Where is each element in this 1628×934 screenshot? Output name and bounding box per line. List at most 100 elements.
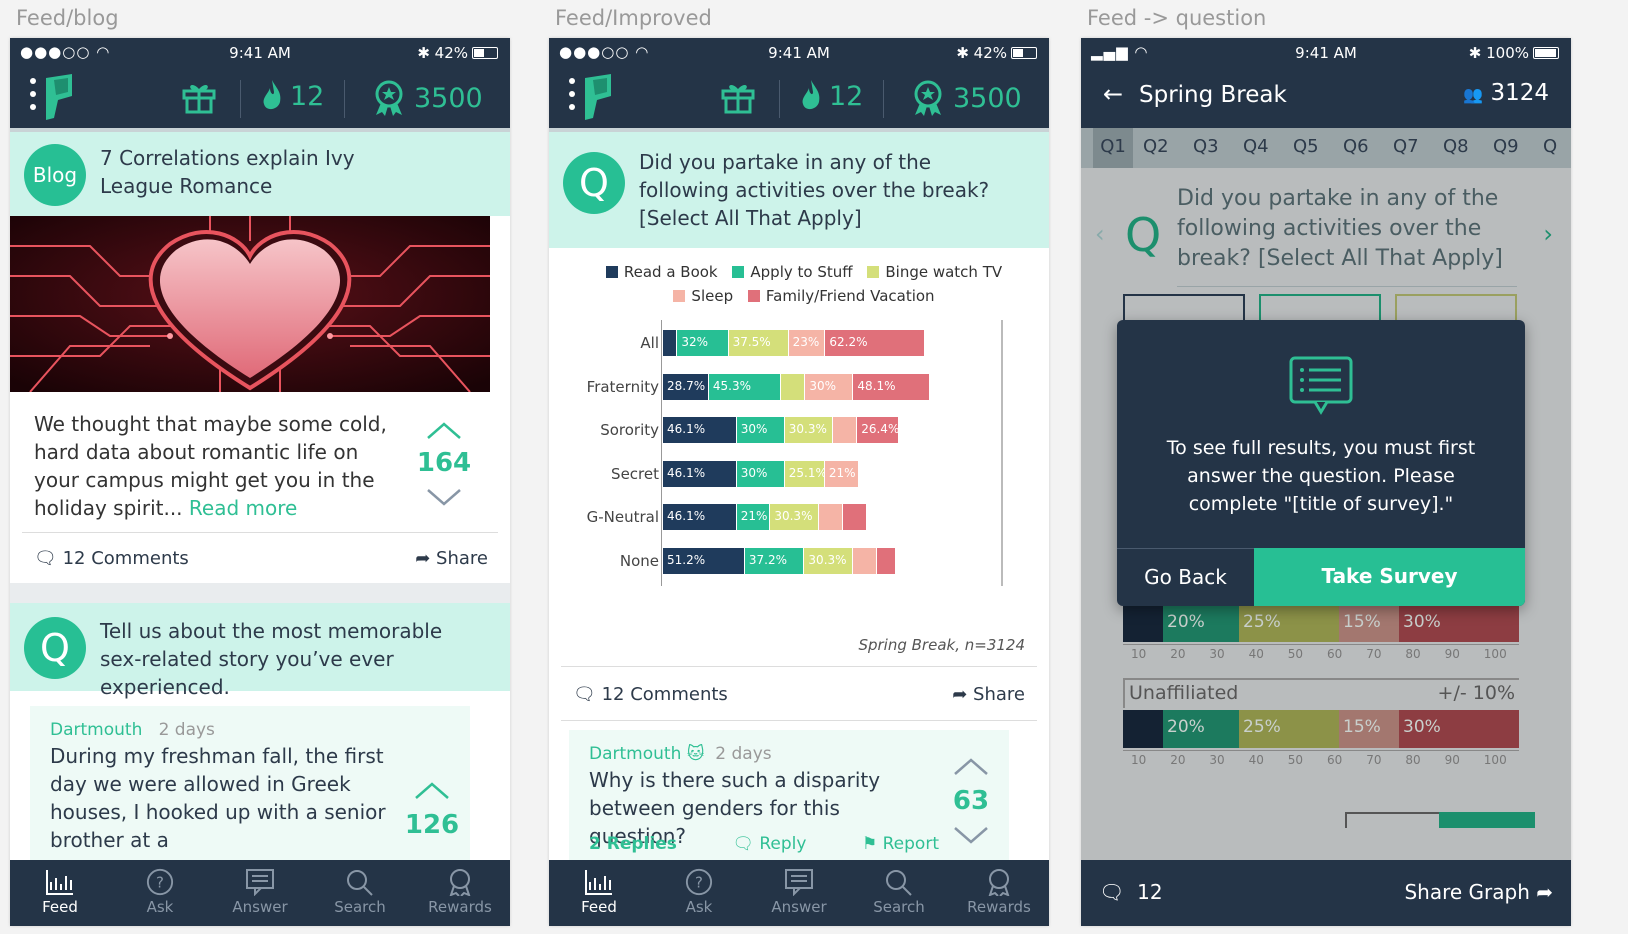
tab-feed[interactable]: Feed [10,860,110,926]
report-button[interactable]: ⚑ Report [862,834,939,854]
tab-search[interactable]: Search [849,860,949,926]
question-header[interactable]: Q Did you partake in any of the followin… [549,132,1049,248]
tab-ask[interactable]: ? Ask [110,860,210,926]
bar-row[interactable]: 28.7% 45.3% 30% 48.1% [663,373,931,400]
comments-icon: 🗨 [1099,880,1125,904]
points-counter[interactable]: 3500 [372,80,483,116]
prev-arrow-icon[interactable]: ‹ [1095,220,1105,248]
top-bar: 12 3500 [549,66,1049,128]
question-text[interactable]: Tell us about the most memorable sex-rel… [100,617,470,701]
vote-count: 164 [416,448,472,478]
blog-excerpt[interactable]: We thought that maybe some cold, hard da… [34,410,394,522]
qtab-2[interactable]: Q2 [1143,128,1183,168]
next-arrow-icon[interactable]: › [1543,220,1553,248]
replies-link[interactable]: 2 Replies [589,834,677,854]
comment-card[interactable]: Dartmouth 🐱 2 days Why is there such a d… [569,730,1009,870]
answer-icon [246,869,274,896]
flame-icon [802,80,820,110]
downvote-icon[interactable] [426,488,462,506]
tick-label: 20 [1170,647,1186,661]
qtab-7[interactable]: Q7 [1393,128,1433,168]
qtab-10[interactable]: Q [1543,128,1563,168]
share-button[interactable]: ➦ Share [952,684,1025,705]
bar-segment [833,417,858,443]
qtab-9[interactable]: Q9 [1493,128,1533,168]
upvote-icon[interactable] [426,422,462,440]
tab-feed[interactable]: Feed [549,860,649,926]
feed-icon [585,870,612,895]
reply-card[interactable]: Dartmouth 2 days During my freshman fall… [30,706,470,866]
bar-row[interactable]: 46.1% 30% 25.1% 21% [663,460,859,487]
bar-segment: 28.7% [663,373,709,400]
qtab-1[interactable]: Q1 [1093,128,1133,168]
bar-row[interactable]: 46.1% 30% 30.3% 26.4% [663,417,900,443]
caption-middle: Feed/Improved [555,6,712,30]
points-counter[interactable]: 3500 [911,80,1022,116]
comments-button[interactable]: 🗨 12 Comments [34,548,189,569]
share-graph-button[interactable]: Share Graph ➦ [1404,880,1553,904]
chart-axis-right [1001,320,1003,586]
tab-ask[interactable]: ? Ask [649,860,749,926]
battery-icon [472,47,498,59]
legend-item: Apply to Stuff [722,263,853,281]
tab-answer[interactable]: Answer [210,860,310,926]
row-label: G-Neutral [586,508,659,526]
comment-upvote-icon[interactable] [953,758,989,776]
blog-header[interactable]: Blog 7 Correlations explain Ivy League R… [10,132,510,216]
reply-button[interactable]: 🗨 Reply [732,834,806,854]
bar-segment [876,547,897,574]
share-button[interactable]: ➦ Share [415,548,488,569]
bottom-bar: 🗨 12 Share Graph ➦ [1081,860,1571,926]
phone-feed-blog: ●●●○○ ◠ 9:41 AM ✱ 42% 12 3500 Blog 7 Cor… [10,38,510,926]
qtab-4[interactable]: Q4 [1243,128,1283,168]
qtab-3[interactable]: Q3 [1193,128,1233,168]
row-label: None [619,551,659,570]
award-icon [914,80,942,116]
chart-caption: Spring Break, n=3124 [858,636,1025,654]
gift-icon[interactable] [182,82,216,114]
tick-label: 20 [1170,753,1186,767]
bar-row[interactable]: 46.1% 21% 30.3% [663,504,867,530]
tick-label: 100 [1483,753,1507,767]
tab-search[interactable]: Search [310,860,410,926]
tab-rewards[interactable]: Rewards [410,860,510,926]
blog-title[interactable]: 7 Correlations explain Ivy League Romanc… [100,144,420,200]
tab-rewards[interactable]: Rewards [949,860,1049,926]
menu-icon[interactable] [569,78,575,117]
comment-vote-count: 63 [952,786,990,816]
legend-item: Binge watch TV [857,263,1002,281]
blog-badge: Blog [24,144,86,206]
bar-segment: 21% [824,460,859,487]
question-header[interactable]: Q Tell us about the most memorable sex-r… [10,603,510,699]
comment-downvote-icon[interactable] [953,826,989,844]
reply-upvote-icon[interactable] [414,782,450,800]
qtab-6[interactable]: Q6 [1343,128,1383,168]
bar-segment: 46.1% [663,417,737,443]
status-bar: ▂▄▆ ◠ 9:41 AM ✱ 100% [1081,38,1571,66]
tab-answer[interactable]: Answer [749,860,849,926]
streak-counter[interactable]: 12 [262,80,324,112]
tick-label: 30 [1209,753,1225,767]
bar-segment: 30% [805,373,854,400]
comments-button[interactable]: 🗨 12 Comments [573,684,728,705]
gift-icon[interactable] [721,82,755,114]
question-tabs: Q1 Q2 Q3 Q4 Q5 Q6 Q7 Q8 Q9 Q [1081,128,1571,168]
menu-icon[interactable] [30,78,36,117]
question-text[interactable]: Did you partake in any of the following … [639,148,1019,232]
bar-row[interactable]: 51.2% 37.2% 30.3% [663,547,897,574]
go-back-button[interactable]: Go Back [1117,548,1254,606]
tick-label: 10 [1131,753,1147,767]
qtab-5[interactable]: Q5 [1293,128,1333,168]
bar-segment: 30% [736,460,785,487]
reply-text: During my freshman fall, the first day w… [50,744,386,852]
back-arrow-icon[interactable]: ← [1103,80,1123,108]
reply-vote-count: 126 [404,810,460,840]
qtab-8[interactable]: Q8 [1443,128,1483,168]
bar-segment: 30% [736,417,785,443]
streak-counter[interactable]: 12 [801,80,863,112]
read-more-link[interactable]: Read more [189,496,297,520]
bar-segment: 46.1% [663,504,737,530]
take-survey-button[interactable]: Take Survey [1254,548,1525,606]
bar-row[interactable]: 32% 37.5% 23% 62.2% [663,330,925,356]
comment-count-button[interactable]: 🗨 12 [1099,880,1163,904]
